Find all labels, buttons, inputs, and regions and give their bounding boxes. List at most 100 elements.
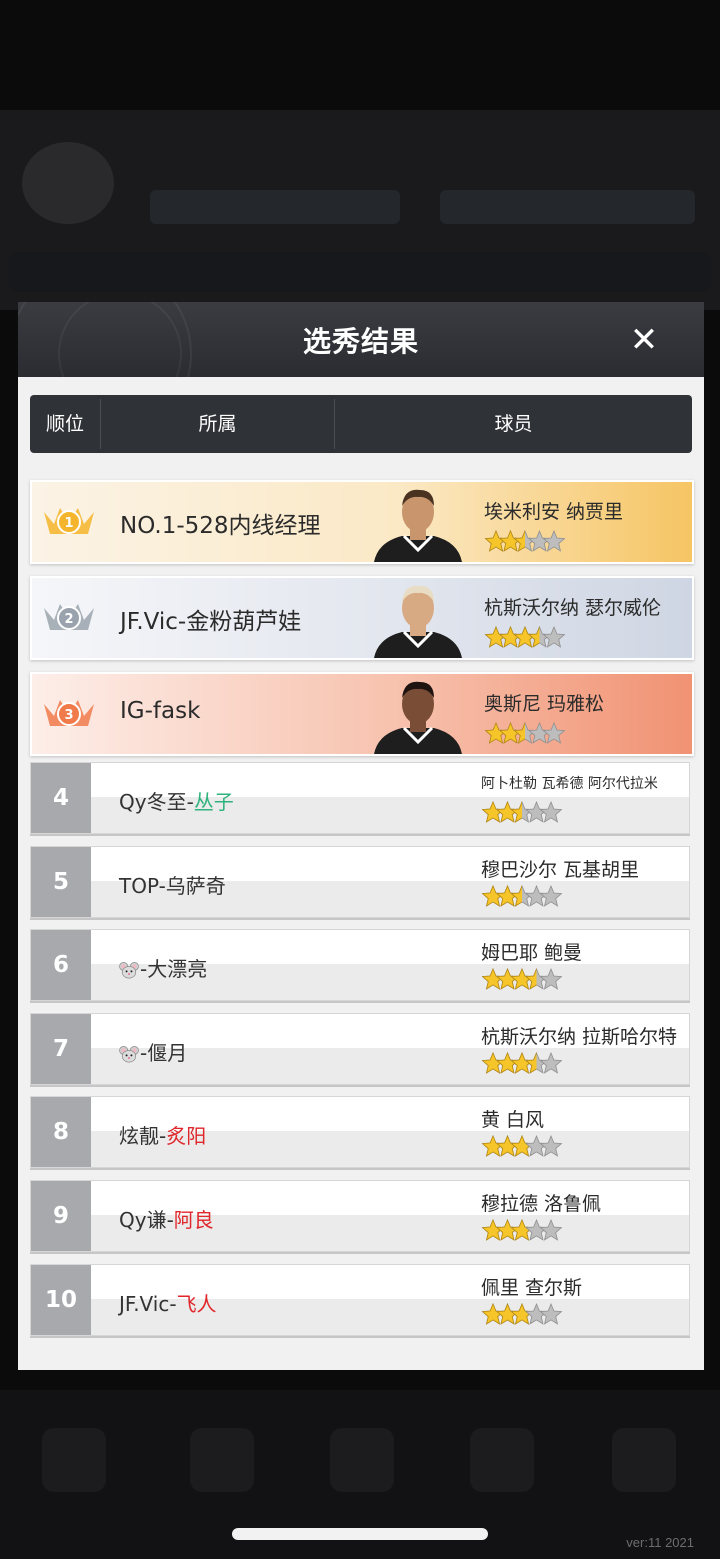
rank-box: 10 bbox=[31, 1264, 91, 1335]
modal-header: 选秀结果 ✕ bbox=[18, 302, 704, 377]
team-name: -大漂亮 bbox=[119, 953, 207, 982]
player-avatar bbox=[374, 681, 462, 754]
star-rating bbox=[481, 968, 563, 990]
rank-number: 2 bbox=[64, 612, 73, 627]
team-name: -偃月 bbox=[119, 1037, 187, 1066]
team-name-prefix: Qy冬至- bbox=[119, 790, 194, 814]
team-name: Qy冬至-丛子 bbox=[119, 786, 234, 815]
team-name: IG-fask bbox=[120, 698, 201, 724]
rank-box: 8 bbox=[31, 1097, 91, 1168]
rank-number: 6 bbox=[52, 952, 69, 979]
silver-wings-icon: 2 bbox=[44, 604, 94, 630]
player-name: 阿卜杜勒 瓦希德 阿尔代拉米 bbox=[481, 776, 658, 792]
star-rating bbox=[484, 530, 566, 552]
mouse-emoji-icon bbox=[119, 962, 139, 979]
team-name-prefix: Qy谦- bbox=[119, 1208, 174, 1232]
star-icon bbox=[539, 1219, 563, 1241]
rank-number: 8 bbox=[52, 1119, 69, 1146]
draft-row[interactable]: 7 -偃月 杭斯沃尔纳 拉斯哈尔特 bbox=[30, 1012, 690, 1085]
draft-result-modal: 选秀结果 ✕ 顺位 所属 球员 1 NO.1-528内线经理 埃米利安 纳贾里 2 JF… bbox=[18, 302, 704, 1370]
draft-row[interactable]: 10 JF.Vic-飞人 佩里 查尔斯 bbox=[30, 1263, 690, 1336]
version-text: ver:11 2021 bbox=[626, 1535, 694, 1550]
home-indicator[interactable] bbox=[232, 1528, 488, 1540]
player-avatar bbox=[374, 489, 462, 562]
team-name: 炫靓-炙阳 bbox=[119, 1120, 206, 1149]
team-name: TOP-乌萨奇 bbox=[119, 870, 226, 899]
team-name-prefix: TOP-乌萨奇 bbox=[119, 873, 226, 898]
player-name: 姆巴耶 鲍曼 bbox=[481, 942, 583, 965]
draft-row[interactable]: 8 炫靓-炙阳 黄 白风 bbox=[30, 1096, 690, 1169]
rank-number: 3 bbox=[64, 708, 73, 723]
background-nav-icon bbox=[612, 1428, 676, 1492]
player-name: 黄 白风 bbox=[481, 1109, 545, 1132]
rank-box: 6 bbox=[31, 930, 91, 1001]
star-rating bbox=[481, 801, 563, 823]
team-name: JF.Vic-金粉葫芦娃 bbox=[120, 609, 302, 635]
bronze-crown-icon: 3 bbox=[44, 700, 94, 726]
draft-row-top-3[interactable]: 3 IG-fask 奥斯尼 玛雅松 bbox=[30, 672, 694, 756]
player-name: 杭斯沃尔纳 拉斯哈尔特 bbox=[481, 1025, 678, 1048]
star-rating bbox=[481, 1051, 563, 1074]
background-nav-icon bbox=[330, 1428, 394, 1492]
draft-row[interactable]: 5 TOP-乌萨奇 穆巴沙尔 瓦基胡里 bbox=[30, 845, 690, 918]
star-rating bbox=[484, 626, 566, 648]
background-bar bbox=[150, 190, 400, 224]
player-name: 杭斯沃尔纳 瑟尔威伦 bbox=[484, 597, 662, 619]
star-icon bbox=[539, 801, 563, 823]
column-header-player: 球员 bbox=[494, 413, 533, 435]
close-button[interactable]: ✕ bbox=[624, 320, 664, 360]
team-name-prefix: JF.Vic- bbox=[119, 1291, 177, 1316]
star-icon bbox=[539, 1135, 563, 1158]
rank-box: 5 bbox=[31, 846, 91, 917]
star-icon bbox=[542, 530, 566, 552]
gold-crown-icon: 1 bbox=[44, 508, 94, 534]
player-name: 穆拉德 洛鲁佩 bbox=[481, 1193, 602, 1215]
star-rating bbox=[484, 722, 566, 744]
draft-row[interactable]: 4 Qy冬至-丛子 阿卜杜勒 瓦希德 阿尔代拉米 bbox=[30, 762, 690, 834]
rank-box: 9 bbox=[31, 1181, 91, 1251]
team-name-prefix: 炫靓- bbox=[119, 1124, 167, 1149]
star-icon bbox=[539, 968, 563, 990]
player-avatar bbox=[374, 585, 462, 658]
team-name-highlight: 飞人 bbox=[176, 1291, 217, 1316]
team-name-highlight: 炙阳 bbox=[166, 1124, 207, 1149]
team-name: Qy谦-阿良 bbox=[119, 1204, 214, 1233]
background-bar bbox=[10, 252, 710, 292]
rank-number: 1 bbox=[64, 516, 73, 531]
rank-box: 4 bbox=[31, 763, 91, 833]
rank-number: 9 bbox=[52, 1203, 69, 1229]
rank-number: 10 bbox=[44, 1286, 77, 1313]
player-name: 埃米利安 纳贾里 bbox=[484, 501, 624, 523]
player-name: 奥斯尼 玛雅松 bbox=[484, 693, 605, 715]
star-icon bbox=[539, 1302, 563, 1325]
background-nav-icon bbox=[190, 1428, 254, 1492]
team-name: JF.Vic-飞人 bbox=[119, 1288, 217, 1317]
team-name-highlight: 阿良 bbox=[173, 1208, 214, 1232]
star-icon bbox=[542, 626, 566, 648]
star-rating bbox=[481, 884, 563, 907]
mouse-emoji-icon bbox=[119, 1045, 139, 1063]
star-rating bbox=[481, 1302, 563, 1325]
rank-number: 7 bbox=[52, 1035, 69, 1062]
star-icon bbox=[542, 722, 566, 744]
draft-row[interactable]: 9 Qy谦-阿良 穆拉德 洛鲁佩 bbox=[30, 1180, 690, 1252]
rank-number: 4 bbox=[52, 785, 69, 811]
player-name: 穆巴沙尔 瓦基胡里 bbox=[481, 858, 640, 881]
background-nav-icon bbox=[42, 1428, 106, 1492]
team-name: NO.1-528内线经理 bbox=[120, 513, 321, 539]
column-header-rank: 顺位 bbox=[45, 413, 84, 435]
table-header: 顺位 所属 球员 bbox=[30, 395, 692, 453]
draft-row[interactable]: 6 -大漂亮 姆巴耶 鲍曼 bbox=[30, 929, 690, 1002]
rank-box: 7 bbox=[31, 1013, 91, 1084]
draft-row-top-1[interactable]: 1 NO.1-528内线经理 埃米利安 纳贾里 bbox=[30, 480, 694, 564]
team-name-prefix: -偃月 bbox=[140, 1040, 188, 1065]
star-icon bbox=[539, 1051, 563, 1074]
background-avatar bbox=[22, 142, 114, 224]
column-header-team: 所属 bbox=[198, 413, 237, 435]
star-rating bbox=[481, 1219, 563, 1241]
modal-title: 选秀结果 bbox=[302, 325, 419, 358]
draft-row-top-2[interactable]: 2 JF.Vic-金粉葫芦娃 杭斯沃尔纳 瑟尔威伦 bbox=[30, 576, 694, 660]
star-icon bbox=[539, 884, 563, 907]
player-name: 佩里 查尔斯 bbox=[481, 1276, 583, 1299]
rank-number: 5 bbox=[52, 868, 69, 895]
